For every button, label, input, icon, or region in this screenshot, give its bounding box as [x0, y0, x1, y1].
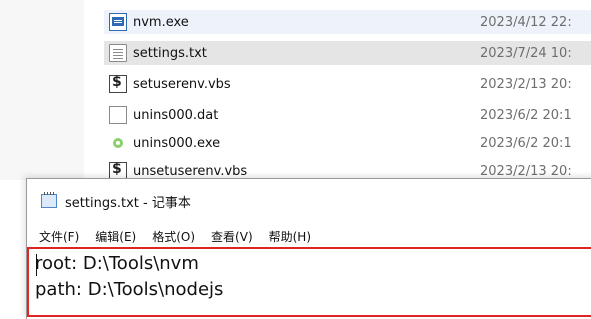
file-name: setuserenv.vbs: [133, 76, 231, 92]
title-bar[interactable]: settings.txt - 记事本: [27, 179, 591, 223]
vbs-script-icon: $: [109, 74, 127, 93]
menu-help[interactable]: 帮助(H): [269, 228, 311, 245]
notepad-icon: [41, 192, 57, 208]
file-name: unsetuserenv.vbs: [133, 163, 248, 179]
file-date: 2023/7/24 10:: [480, 45, 572, 61]
file-row-nvm-exe[interactable]: nvm.exe 2023/4/12 22:: [104, 10, 591, 34]
file-row-unins000-exe[interactable]: unins000.exe 2023/6/2 20:1: [104, 131, 591, 155]
navigation-pane: [0, 0, 84, 180]
file-explorer: nvm.exe 2023/4/12 22: settings.txt 2023/…: [0, 0, 591, 180]
menu-bar: 文件(F) 编辑(E) 格式(O) 查看(V) 帮助(H): [27, 225, 591, 247]
text-file-icon: [109, 44, 127, 62]
menu-edit[interactable]: 编辑(E): [95, 228, 136, 245]
editor-line-root: root: D:\Tools\nvm: [35, 253, 199, 274]
file-date: 2023/2/13 20:: [480, 76, 572, 92]
file-row-unins000-dat[interactable]: unins000.dat 2023/6/2 20:1: [104, 103, 591, 127]
file-name: unins000.dat: [133, 107, 219, 123]
dat-file-icon: [109, 106, 127, 124]
file-name: unins000.exe: [133, 135, 221, 151]
file-row-settings-txt[interactable]: settings.txt 2023/7/24 10:: [104, 41, 591, 65]
menu-file[interactable]: 文件(F): [39, 228, 79, 245]
file-name: nvm.exe: [133, 14, 189, 30]
menu-format[interactable]: 格式(O): [152, 228, 195, 245]
file-name: settings.txt: [133, 45, 207, 61]
file-date: 2023/6/2 20:1: [480, 107, 572, 123]
menu-view[interactable]: 查看(V): [211, 228, 253, 245]
file-row-setuserenv-vbs[interactable]: $ setuserenv.vbs 2023/2/13 20:: [104, 72, 591, 96]
window-title: settings.txt - 记事本: [65, 195, 191, 211]
editor-line-path: path: D:\Tools\nodejs: [35, 279, 224, 300]
exe-app-icon: [109, 13, 127, 31]
uninstaller-icon: [109, 134, 127, 152]
file-date: 2023/6/2 20:1: [480, 135, 572, 151]
text-editor[interactable]: root: D:\Tools\nvm path: D:\Tools\nodejs: [27, 247, 591, 317]
file-date: 2023/2/13 20:: [480, 163, 572, 179]
notepad-window: settings.txt - 记事本 文件(F) 编辑(E) 格式(O) 查看(…: [26, 178, 591, 319]
file-date: 2023/4/12 22:: [480, 14, 572, 30]
